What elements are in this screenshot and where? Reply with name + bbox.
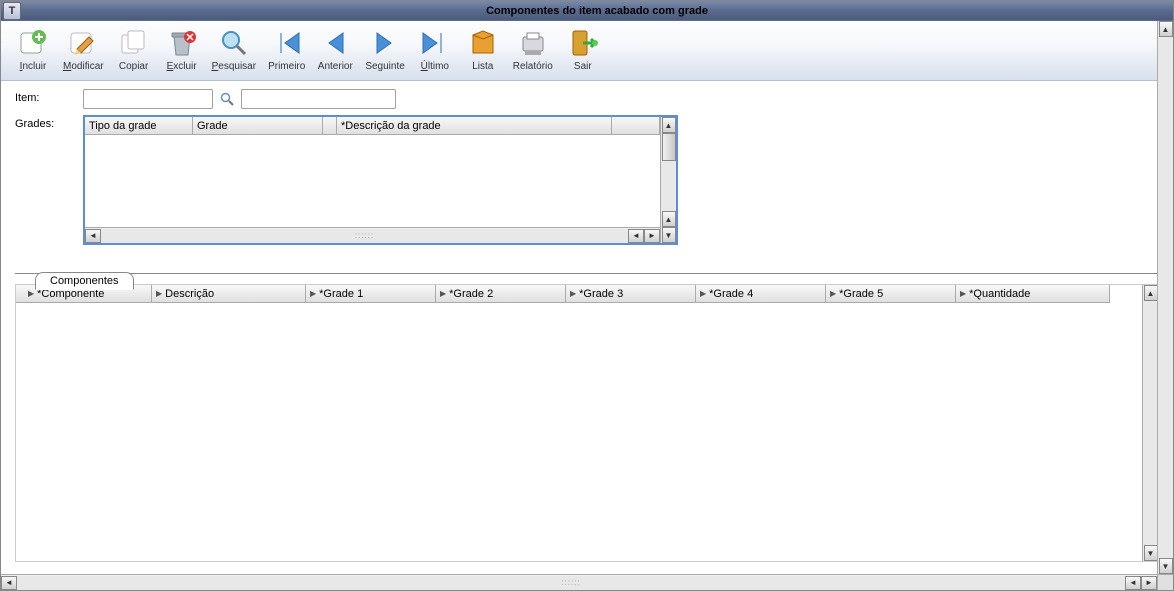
toolbar-label: Copiar	[119, 61, 148, 72]
incluir-button[interactable]: Incluir	[9, 25, 57, 74]
sair-icon	[567, 27, 599, 59]
app-icon: T	[3, 2, 21, 20]
item-input[interactable]	[83, 89, 213, 109]
grades-column-header[interactable]: Grade	[193, 117, 323, 135]
components-header-row: ▶*Componente▶Descrição▶*Grade 1▶*Grade 2…	[16, 285, 1142, 303]
components-main: ▶*Componente▶Descrição▶*Grade 1▶*Grade 2…	[16, 285, 1142, 561]
components-column-header[interactable]: ▶*Grade 3	[566, 285, 696, 303]
form-area: Item: Grades: Tipo da gradeGrade *Descriç…	[1, 81, 1173, 259]
scroll-right-icon[interactable]: ►	[1141, 576, 1157, 590]
components-column-header[interactable]: ▶*Grade 4	[696, 285, 826, 303]
window-vscroll[interactable]: ▲ ▼	[1157, 21, 1173, 574]
toolbar-label: Modificar	[63, 61, 104, 72]
components-vscroll[interactable]: ▲ ▼	[1142, 285, 1158, 561]
hscroll-track[interactable]: ::::::	[101, 229, 628, 243]
scroll-corner	[1157, 574, 1173, 590]
scroll-down-icon[interactable]: ▼	[1159, 558, 1173, 574]
vscroll-track[interactable]	[1143, 301, 1158, 545]
toolbar-label: Pesquisar	[212, 61, 256, 72]
sair-button[interactable]: Sair	[559, 25, 607, 74]
components-column-header[interactable]: ▶*Grade 2	[436, 285, 566, 303]
copiar-button[interactable]: Copiar	[110, 25, 158, 74]
ultimo-icon	[419, 27, 451, 59]
lista-button[interactable]: Lista	[459, 25, 507, 74]
tab-body: ▶*Componente▶Descrição▶*Grade 1▶*Grade 2…	[15, 273, 1159, 562]
scroll-down-icon[interactable]: ▼	[662, 227, 676, 243]
scroll-up2-icon[interactable]: ▲	[662, 211, 676, 227]
excluir-icon	[166, 27, 198, 59]
vscroll-thumb[interactable]	[662, 133, 676, 161]
grades-hscroll[interactable]: ◄ :::::: ◄ ►	[85, 227, 660, 243]
grades-column-header[interactable]: Tipo da grade	[85, 117, 193, 135]
ultimo-button[interactable]: Último	[411, 25, 459, 74]
components-column-header[interactable]: ▶*Quantidade	[956, 285, 1110, 303]
tab-componentes[interactable]: Componentes	[35, 272, 134, 290]
titlebar: T Componentes do item acabado com grade	[1, 1, 1173, 21]
grades-column-header[interactable]	[612, 117, 660, 135]
components-column-header[interactable]: ▶*Grade 1	[306, 285, 436, 303]
toolbar-label: Relatório	[513, 61, 553, 72]
item-description-input[interactable]	[241, 89, 396, 109]
primeiro-button[interactable]: Primeiro	[262, 25, 311, 74]
vscroll-track[interactable]	[1158, 37, 1173, 558]
grades-column-header[interactable]	[323, 117, 337, 135]
window-hscroll[interactable]: ◄ :::::: ◄ ►	[1, 574, 1157, 590]
scroll-left-icon[interactable]: ◄	[1, 576, 17, 590]
toolbar-label: Anterior	[318, 61, 353, 72]
relatorio-icon	[517, 27, 549, 59]
scroll-up-icon[interactable]: ▲	[1159, 21, 1173, 37]
scroll-up-icon[interactable]: ▲	[662, 117, 676, 133]
pesquisar-button[interactable]: Pesquisar	[206, 25, 262, 74]
search-icon[interactable]	[219, 91, 235, 107]
grades-column-header[interactable]: *Descrição da grade	[337, 117, 612, 135]
window-title: Componentes do item acabado com grade	[21, 5, 1173, 17]
item-row: Item:	[15, 89, 1159, 109]
toolbar-label: Incluir	[20, 61, 47, 72]
components-body[interactable]	[16, 303, 1142, 561]
primeiro-icon	[271, 27, 303, 59]
toolbar-label: Seguinte	[365, 61, 404, 72]
toolbar-label: Lista	[472, 61, 493, 72]
components-column-header[interactable]: ▶Descrição	[152, 285, 306, 303]
components-table: ▶*Componente▶Descrição▶*Grade 1▶*Grade 2…	[15, 284, 1159, 562]
scroll-left-icon[interactable]: ◄	[85, 229, 101, 243]
seguinte-button[interactable]: Seguinte	[359, 25, 410, 74]
components-column-header[interactable]: ▶*Grade 5	[826, 285, 956, 303]
modificar-icon	[67, 27, 99, 59]
scroll-left2-icon[interactable]: ◄	[1125, 576, 1141, 590]
app-window: T Componentes do item acabado com grade …	[0, 0, 1174, 591]
copiar-icon	[118, 27, 150, 59]
toolbar-label: Último	[421, 61, 449, 72]
grades-vscroll[interactable]: ▲ ▲ ▼	[660, 117, 676, 243]
seguinte-icon	[369, 27, 401, 59]
scroll-right-icon[interactable]: ►	[644, 229, 660, 243]
item-label: Item:	[15, 89, 83, 104]
grades-row: Grades: Tipo da gradeGrade *Descrição da …	[15, 115, 1159, 245]
grades-label: Grades:	[15, 115, 83, 130]
relatorio-button[interactable]: Relatório	[507, 25, 559, 74]
modificar-button[interactable]: Modificar	[57, 25, 110, 74]
hscroll-track[interactable]: ::::::	[17, 576, 1125, 590]
lista-icon	[467, 27, 499, 59]
toolbar-label: Sair	[574, 61, 592, 72]
scroll-down-icon[interactable]: ▼	[1144, 545, 1158, 561]
grades-body[interactable]	[85, 135, 660, 227]
scroll-up-icon[interactable]: ▲	[1144, 285, 1158, 301]
pesquisar-icon	[218, 27, 250, 59]
anterior-button[interactable]: Anterior	[311, 25, 359, 74]
toolbar-label: Primeiro	[268, 61, 305, 72]
grades-header-row: Tipo da gradeGrade *Descrição da grade	[85, 117, 660, 135]
toolbar: Incluir Modificar Copiar Excluir Pesquisar Pr…	[1, 21, 1173, 81]
grades-main: Tipo da gradeGrade *Descrição da grade ◄ …	[85, 117, 660, 243]
toolbar-label: Excluir	[167, 61, 197, 72]
incluir-icon	[17, 27, 49, 59]
tab-container: Componentes ▶*Componente▶Descrição▶*Grad…	[15, 273, 1159, 562]
anterior-icon	[319, 27, 351, 59]
vscroll-track[interactable]	[661, 161, 676, 211]
scroll-left2-icon[interactable]: ◄	[628, 229, 644, 243]
excluir-button[interactable]: Excluir	[158, 25, 206, 74]
grades-panel: Tipo da gradeGrade *Descrição da grade ◄ …	[83, 115, 678, 245]
